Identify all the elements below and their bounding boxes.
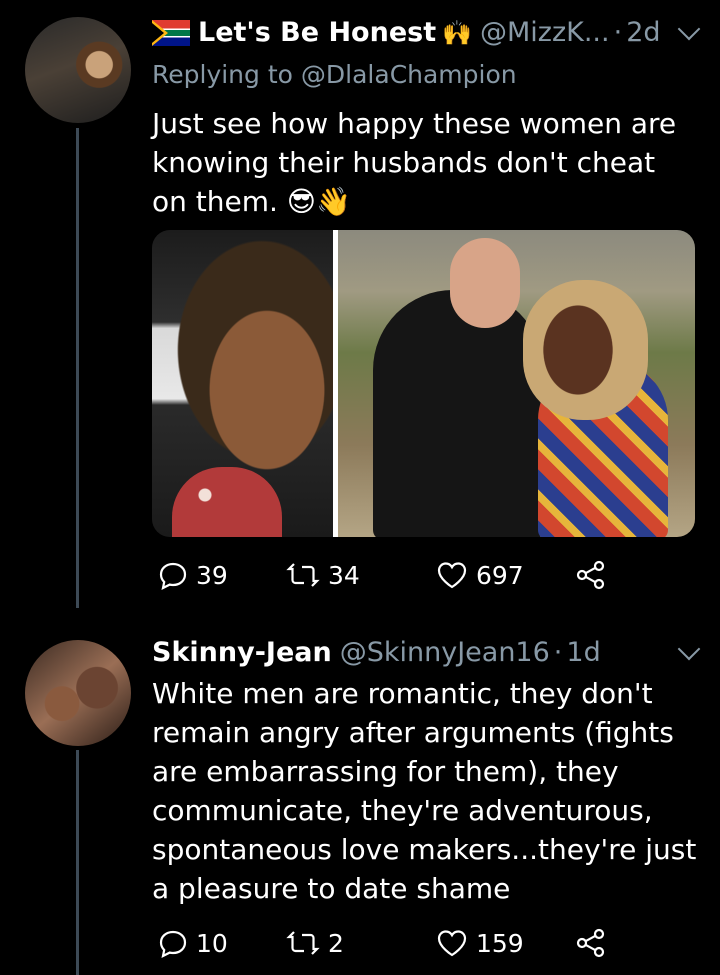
reply-count: 39	[196, 560, 228, 590]
replying-to-label: Replying to	[152, 60, 293, 89]
timestamp[interactable]: 2d	[626, 17, 660, 48]
like-count: 697	[476, 560, 524, 590]
shirt	[172, 467, 282, 537]
man-figure	[373, 290, 543, 537]
retweet-count: 2	[328, 928, 344, 958]
tweet-media[interactable]	[152, 230, 695, 537]
raised-hands-icon: 🙌	[442, 18, 472, 47]
south-africa-flag-icon	[152, 19, 190, 46]
timestamp[interactable]: 1d	[566, 637, 600, 668]
retweet-icon	[286, 931, 320, 955]
share-button[interactable]	[576, 928, 606, 958]
chevron-down-icon[interactable]	[677, 17, 701, 41]
reply-count: 10	[196, 928, 228, 958]
replying-to: Replying to @DlalaChampion	[152, 60, 517, 89]
woman-head	[523, 280, 648, 420]
separator-dot: ·	[553, 637, 563, 668]
like-button[interactable]: 159	[436, 928, 576, 958]
tweet-text: White men are romantic, they don't remai…	[152, 677, 697, 905]
heart-icon	[437, 930, 467, 957]
mention-link[interactable]: @DlalaChampion	[301, 60, 517, 89]
user-handle[interactable]: @MizzK...	[480, 17, 610, 48]
retweet-button[interactable]: 34	[286, 560, 436, 590]
reply-button[interactable]: 10	[158, 928, 286, 958]
share-button[interactable]	[576, 560, 606, 590]
avatar[interactable]	[25, 640, 131, 746]
reply-icon	[159, 562, 187, 590]
like-count: 159	[476, 928, 524, 958]
chevron-down-icon[interactable]	[677, 637, 701, 661]
photo-couple[interactable]	[338, 230, 695, 537]
heart-icon	[437, 562, 467, 589]
user-handle[interactable]: @SkinnyJean16	[340, 637, 550, 668]
display-name[interactable]: Let's Be Honest	[198, 17, 436, 48]
reply-button[interactable]: 39	[158, 560, 286, 590]
display-name[interactable]: Skinny-Jean	[152, 637, 332, 668]
retweet-button[interactable]: 2	[286, 928, 436, 958]
like-button[interactable]: 697	[436, 560, 576, 590]
tweet-actions: 10 2 159	[158, 928, 606, 958]
thread-line	[76, 750, 79, 975]
tweet-header: Let's Be Honest 🙌 @MizzK... · 2d	[152, 17, 701, 48]
tweet-text: Just see how happy these women are knowi…	[152, 107, 677, 218]
share-icon	[576, 560, 605, 590]
man-head	[450, 238, 520, 328]
avatar[interactable]	[25, 17, 131, 123]
photo-woman-selfie[interactable]	[152, 230, 333, 537]
share-icon	[576, 928, 605, 958]
reply-icon	[159, 930, 187, 958]
tweet-header: Skinny-Jean @SkinnyJean16 · 1d	[152, 637, 701, 668]
separator-dot: ·	[613, 17, 623, 48]
retweet-icon	[286, 563, 320, 587]
retweet-count: 34	[328, 560, 360, 590]
tweet-actions: 39 34 697	[158, 560, 606, 590]
thread-line	[76, 128, 79, 608]
